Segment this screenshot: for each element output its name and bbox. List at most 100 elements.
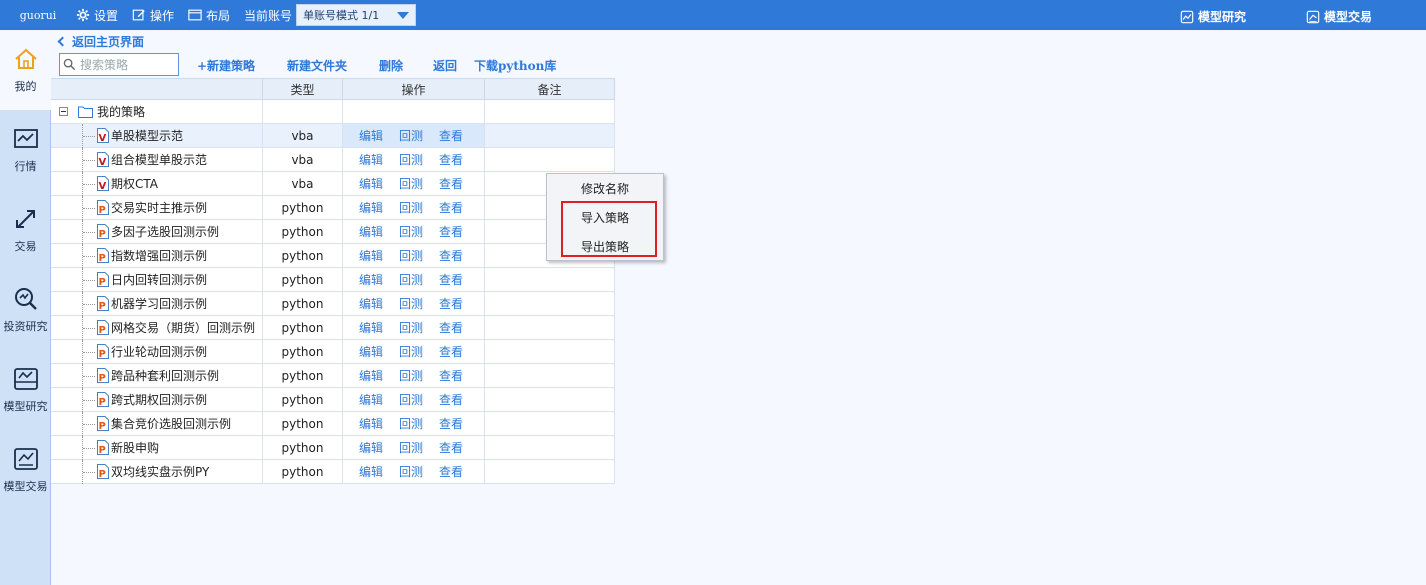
edit-link[interactable]: 编辑 [359,391,383,408]
view-link[interactable]: 查看 [439,175,463,192]
edit-link[interactable]: 编辑 [359,127,383,144]
backtest-link[interactable]: 回测 [399,295,423,312]
table-row[interactable]: P 双均线实盘示例PY python 编辑 回测 查看 [51,460,615,484]
strategy-type: python [263,340,343,363]
edit-link[interactable]: 编辑 [359,439,383,456]
sidebar-item-model-research[interactable]: 模型研究 [0,350,51,430]
table-row[interactable]: P 跨式期权回测示例 python 编辑 回测 查看 [51,388,615,412]
backtest-link[interactable]: 回测 [399,391,423,408]
edit-link[interactable]: 编辑 [359,463,383,480]
strategy-type: python [263,364,343,387]
download-python-lib-button[interactable]: 下载python库 [474,57,556,74]
search-input[interactable] [80,57,176,72]
strategy-name-cell: V 组合模型单股示范 [51,148,263,172]
sidebar-item-research[interactable]: 投资研究 [0,270,51,350]
view-link[interactable]: 查看 [439,343,463,360]
collapse-icon[interactable] [59,107,68,116]
strategy-ops: 编辑 回测 查看 [343,388,485,411]
delete-button[interactable]: 删除 [379,57,403,74]
backtest-link[interactable]: 回测 [399,127,423,144]
edit-link[interactable]: 编辑 [359,151,383,168]
view-link[interactable]: 查看 [439,295,463,312]
new-folder-button[interactable]: 新建文件夹 [287,57,347,74]
view-link[interactable]: 查看 [439,247,463,264]
edit-link[interactable]: 编辑 [359,343,383,360]
backtest-link[interactable]: 回测 [399,223,423,240]
layout-menu[interactable]: 布局 [188,7,230,24]
table-row[interactable]: P 多因子选股回测示例 python 编辑 回测 查看 [51,220,615,244]
model-research-link[interactable]: 模型研究 [1180,8,1246,25]
view-link[interactable]: 查看 [439,223,463,240]
table-row[interactable]: P 新股申购 python 编辑 回测 查看 [51,436,615,460]
table-row[interactable]: V 单股模型示范 vba 编辑 回测 查看 [51,124,615,148]
sidebar-item-market[interactable]: 行情 [0,110,51,190]
back-button[interactable]: 返回 [433,57,457,74]
sidebar-item-mine[interactable]: 我的 [0,30,51,110]
view-link[interactable]: 查看 [439,151,463,168]
strategy-type: python [263,196,343,219]
table-row[interactable]: P 指数增强回测示例 python 编辑 回测 查看 [51,244,615,268]
back-to-home-link[interactable]: 返回主页界面 [57,33,144,50]
import-strategy-menu-item[interactable]: 导入策略 [547,209,663,226]
tree-branch [83,376,95,377]
sidebar-item-label: 交易 [14,240,37,253]
operate-menu[interactable]: 操作 [132,7,174,24]
view-link[interactable]: 查看 [439,127,463,144]
table-row[interactable]: P 日内回转回测示例 python 编辑 回测 查看 [51,268,615,292]
edit-link[interactable]: 编辑 [359,199,383,216]
table-row[interactable]: P 跨品种套利回测示例 python 编辑 回测 查看 [51,364,615,388]
backtest-link[interactable]: 回测 [399,151,423,168]
column-header-op: 操作 [343,79,485,99]
tree-root-row[interactable]: 我的策略 [51,100,615,124]
backtest-link[interactable]: 回测 [399,367,423,384]
backtest-link[interactable]: 回测 [399,319,423,336]
view-link[interactable]: 查看 [439,271,463,288]
view-link[interactable]: 查看 [439,199,463,216]
strategy-type: python [263,268,343,291]
backtest-link[interactable]: 回测 [399,343,423,360]
table-row[interactable]: P 行业轮动回测示例 python 编辑 回测 查看 [51,340,615,364]
settings-menu[interactable]: 设置 [76,7,118,24]
backtest-link[interactable]: 回测 [399,271,423,288]
table-row[interactable]: P 交易实时主推示例 python 编辑 回测 查看 [51,196,615,220]
backtest-link[interactable]: 回测 [399,175,423,192]
table-row[interactable]: P 机器学习回测示例 python 编辑 回测 查看 [51,292,615,316]
edit-link[interactable]: 编辑 [359,271,383,288]
view-link[interactable]: 查看 [439,439,463,456]
view-link[interactable]: 查看 [439,367,463,384]
table-row[interactable]: V 期权CTA vba 编辑 回测 查看 [51,172,615,196]
account-mode-select[interactable]: 单账号模式 1/1 [296,4,417,26]
edit-link[interactable]: 编辑 [359,247,383,264]
rename-menu-item[interactable]: 修改名称 [547,180,663,197]
edit-link[interactable]: 编辑 [359,367,383,384]
view-link[interactable]: 查看 [439,415,463,432]
backtest-link[interactable]: 回测 [399,415,423,432]
table-row[interactable]: P 网格交易（期货）回测示例 python 编辑 回测 查看 [51,316,615,340]
table-row[interactable]: V 组合模型单股示范 vba 编辑 回测 查看 [51,148,615,172]
edit-link[interactable]: 编辑 [359,415,383,432]
strategy-type: python [263,412,343,435]
svg-text:P: P [99,421,106,431]
python-file-icon: P [97,392,109,407]
edit-link[interactable]: 编辑 [359,175,383,192]
view-link[interactable]: 查看 [439,391,463,408]
backtest-link[interactable]: 回测 [399,199,423,216]
edit-link[interactable]: 编辑 [359,319,383,336]
backtest-link[interactable]: 回测 [399,463,423,480]
strategy-note [485,436,615,459]
edit-link[interactable]: 编辑 [359,295,383,312]
sidebar-item-trade[interactable]: 交易 [0,190,51,270]
backtest-link[interactable]: 回测 [399,247,423,264]
edit-link[interactable]: 编辑 [359,223,383,240]
model-trade-link[interactable]: 模型交易 [1306,8,1372,25]
tree-branch [83,328,95,329]
backtest-link[interactable]: 回测 [399,439,423,456]
table-row[interactable]: P 集合竞价选股回测示例 python 编辑 回测 查看 [51,412,615,436]
new-strategy-button[interactable]: +新建策略 [197,57,255,74]
vba-file-icon: V [97,176,109,191]
export-strategy-menu-item[interactable]: 导出策略 [547,238,663,255]
view-link[interactable]: 查看 [439,319,463,336]
view-link[interactable]: 查看 [439,463,463,480]
svg-text:V: V [99,157,107,167]
sidebar-item-model-trade[interactable]: 模型交易 [0,430,51,510]
